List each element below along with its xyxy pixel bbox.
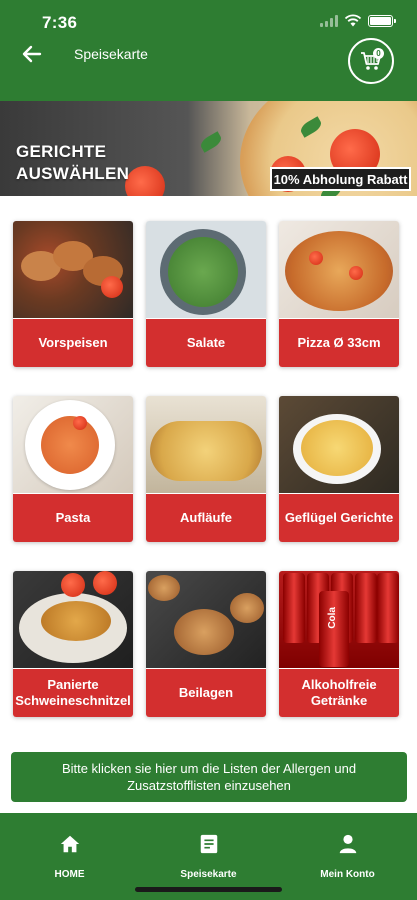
status-icons	[320, 14, 396, 27]
category-card-pasta[interactable]: Pasta	[13, 396, 133, 542]
category-label: Beilagen	[146, 669, 266, 717]
pasta-image	[13, 396, 133, 493]
nav-label-home: HOME	[54, 869, 85, 880]
wifi-icon	[344, 14, 362, 27]
nav-label-konto: Mein Konto	[320, 869, 375, 880]
banner-title: GERICHTE AUSWÄHLEN	[16, 142, 130, 183]
category-label: Geflügel Gerichte	[279, 494, 399, 542]
auflaeufe-image	[146, 396, 266, 493]
battery-icon	[368, 14, 396, 27]
panierte-image	[13, 571, 133, 668]
allergen-info-button[interactable]: Bitte klicken sie hier um die Listen der…	[11, 752, 407, 802]
home-icon	[60, 835, 79, 853]
cart-count-badge: 0	[373, 48, 384, 59]
pizza-image	[279, 221, 399, 318]
app-header: 7:36 Speisekarte 0	[0, 0, 417, 101]
back-arrow-icon[interactable]	[20, 42, 44, 66]
nav-item-konto[interactable]: Mein Konto	[278, 813, 417, 900]
beilagen-image	[146, 571, 266, 668]
getraenke-image: Cola	[279, 571, 399, 668]
category-card-panierte[interactable]: Panierte Schweineschnitzel	[13, 571, 133, 717]
user-icon	[339, 834, 356, 854]
category-card-getraenke[interactable]: Cola Alkoholfreie Getränke	[279, 571, 399, 717]
category-card-gefluegel[interactable]: Geflügel Gerichte	[279, 396, 399, 542]
page-title: Speisekarte	[74, 46, 148, 62]
pickup-discount-badge: 10% Abholung Rabatt	[270, 167, 411, 191]
home-indicator	[135, 887, 282, 892]
salate-image	[146, 221, 266, 318]
category-card-vorspeisen[interactable]: Vorspeisen	[13, 221, 133, 367]
category-label: Aufläufe	[146, 494, 266, 542]
category-card-beilagen[interactable]: Beilagen	[146, 571, 266, 717]
nav-label-speisekarte: Speisekarte	[180, 869, 237, 880]
category-label: Salate	[146, 319, 266, 367]
category-card-pizza[interactable]: Pizza Ø 33cm	[279, 221, 399, 367]
signal-icon	[320, 14, 338, 27]
category-card-salate[interactable]: Salate	[146, 221, 266, 367]
vorspeisen-image	[13, 221, 133, 318]
status-time: 7:36	[42, 13, 78, 32]
category-label: Vorspeisen	[13, 319, 133, 367]
gefluegel-image	[279, 396, 399, 493]
category-card-auflaeufe[interactable]: Aufläufe	[146, 396, 266, 542]
cart-button[interactable]: 0	[348, 38, 394, 84]
category-label: Pizza Ø 33cm	[279, 319, 399, 367]
category-label: Alkoholfreie Getränke	[279, 669, 399, 717]
nav-item-home[interactable]: HOME	[0, 813, 139, 900]
category-label: Pasta	[13, 494, 133, 542]
category-label: Panierte Schweineschnitzel	[13, 669, 133, 717]
menu-icon	[200, 834, 217, 854]
